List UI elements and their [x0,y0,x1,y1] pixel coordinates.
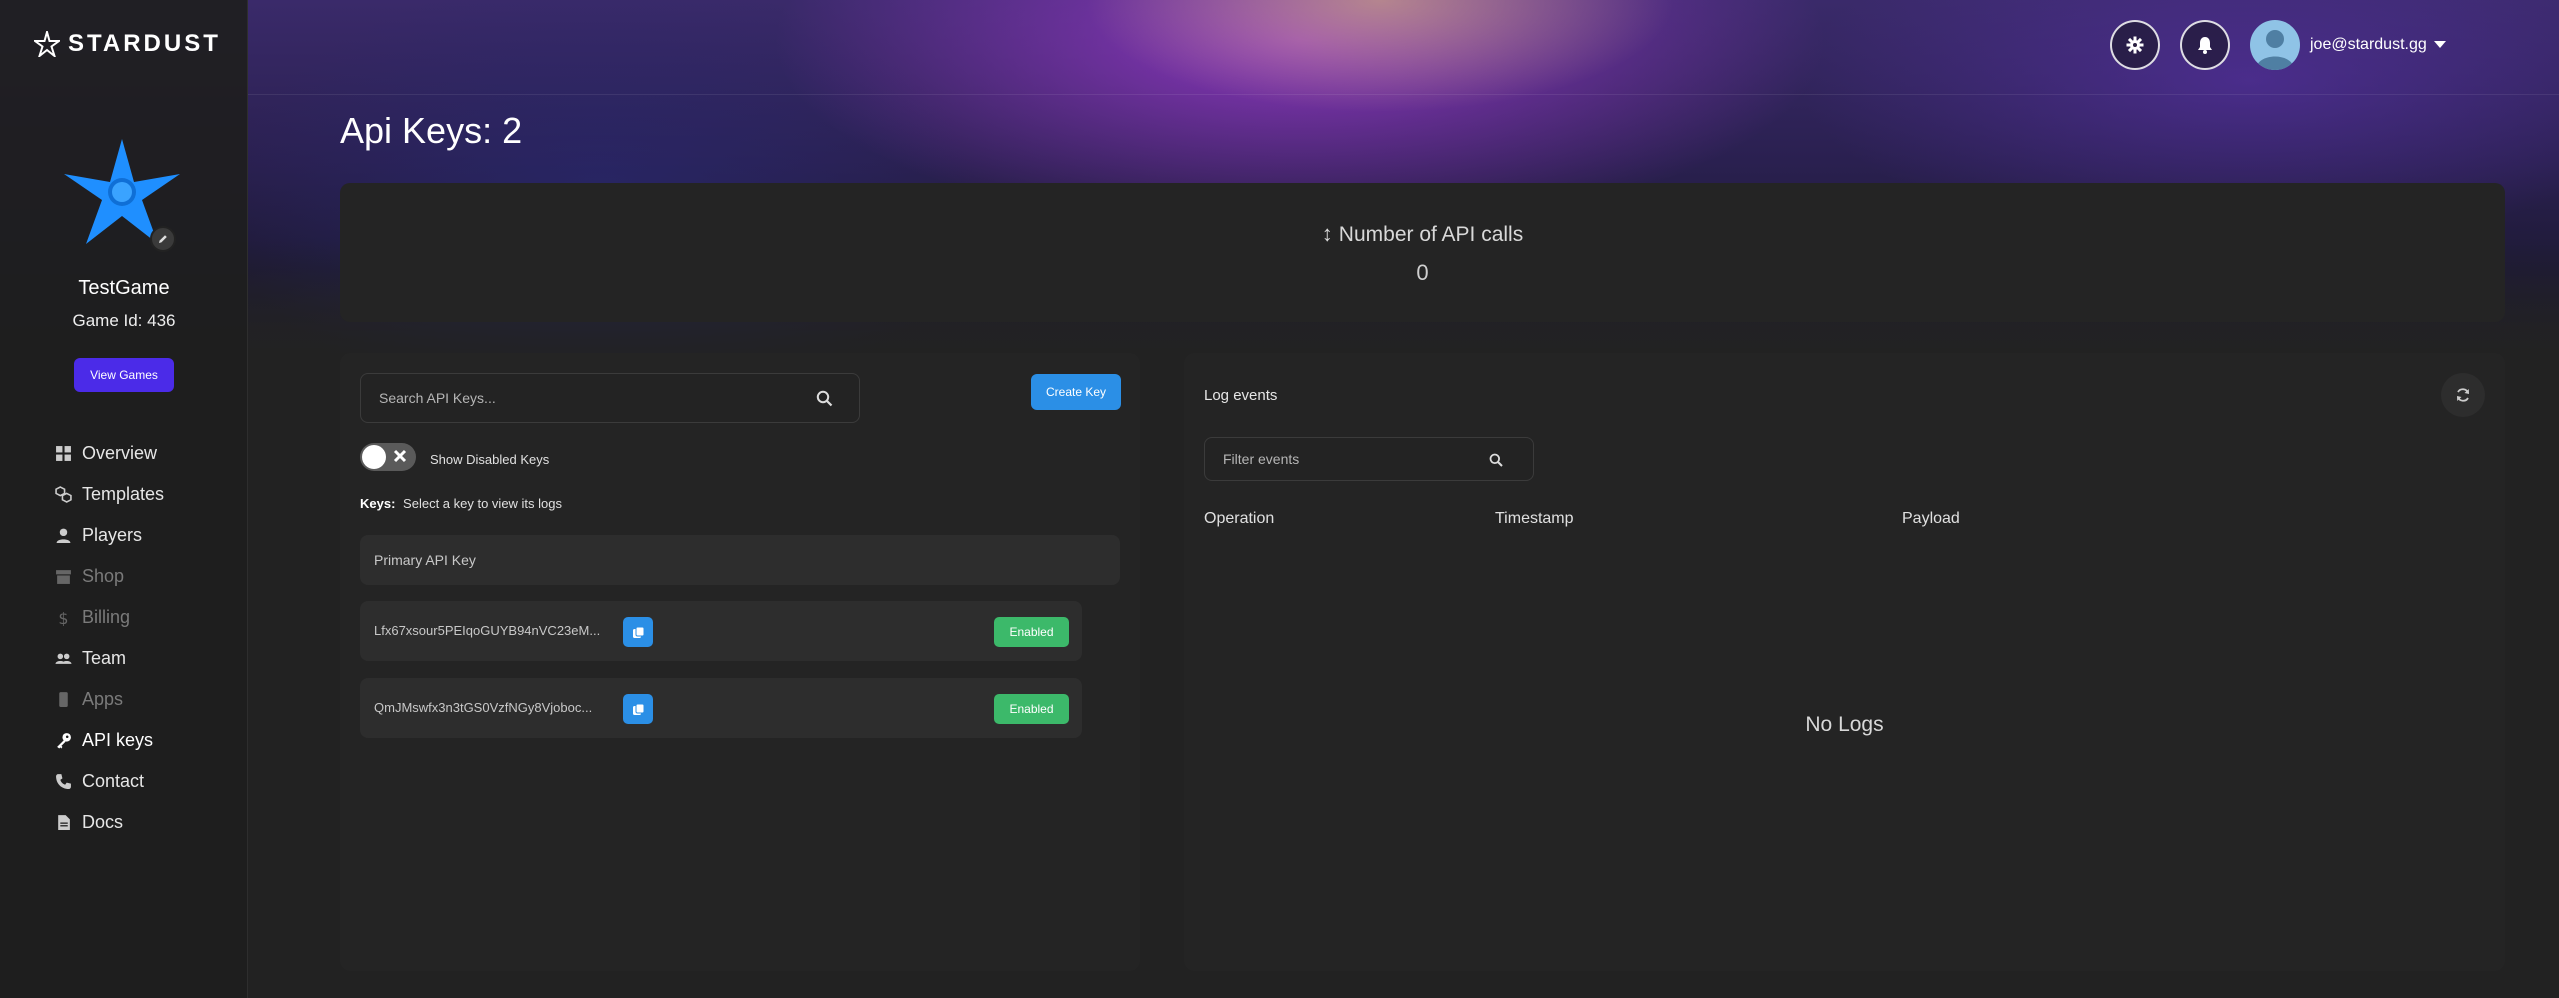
sidebar: STARDUST TestGame Game Id: 436 View Game… [0,0,248,998]
api-key-value: QmJMswfx3n3tGS0VzfNGy8Vjoboc... [374,700,593,715]
logs-title: Log events [1204,387,1278,404]
pencil-icon [159,235,167,243]
logs-panel: Log events Operation Timestamp Payload N… [1184,353,2505,971]
phone-icon [54,773,72,791]
search-input[interactable] [379,374,799,422]
header-divider [248,94,2559,95]
stat-label: Number of API calls [1338,223,1524,246]
sidebar-item-label: API keys [82,730,154,750]
brand-name: STARDUST [68,30,221,57]
sidebar-nav: Overview Templates Players Shop $ Billin… [54,433,164,843]
sidebar-item-api-keys[interactable]: API keys [54,720,164,761]
toggle-label: Show Disabled Keys [430,452,550,467]
sidebar-item-team[interactable]: Team [54,638,164,679]
refresh-button[interactable] [2441,373,2485,417]
sidebar-item-label: Contact [82,771,145,791]
key-row[interactable]: Lfx67xsour5PEIqoGUYB94nVC23eM... Enabled [360,601,1082,661]
sidebar-item-docs[interactable]: Docs [54,802,164,843]
sidebar-item-label: Docs [82,812,124,832]
sidebar-item-label: Apps [82,689,124,709]
key-row[interactable]: QmJMswfx3n3tGS0VzfNGy8Vjoboc... Enabled [360,678,1082,738]
filter-input[interactable] [1223,438,1483,480]
cubes-icon [54,486,72,504]
vertical-arrows-icon: ↕ [1321,221,1333,246]
filter-events[interactable] [1204,437,1534,481]
game-name: TestGame [78,277,170,299]
copy-key-button[interactable] [623,617,653,647]
bell-icon [2198,37,2212,54]
users-icon [54,650,72,668]
sidebar-item-label: Team [82,648,127,668]
chevron-down-icon[interactable] [2434,41,2446,48]
keys-heading: Keys: Select a key to view its logs [360,496,562,511]
status-badge: Enabled [994,694,1069,724]
keys-panel: Create Key Show Disabled Keys Keys: Sele… [340,353,1140,971]
brand-logo[interactable]: STARDUST [34,30,221,58]
column-operation: Operation [1204,510,1275,527]
stat-label-row: ↕ Number of API calls [340,221,2505,247]
create-key-button[interactable]: Create Key [1031,374,1121,410]
api-calls-card: ↕ Number of API calls 0 [340,183,2505,322]
search-icon[interactable] [1489,453,1503,467]
search-api-keys[interactable] [360,373,860,423]
sidebar-item-overview[interactable]: Overview [54,433,164,474]
show-disabled-toggle[interactable] [360,443,416,471]
sidebar-item-label: Overview [82,443,158,463]
close-icon [393,449,407,463]
sidebar-item-billing[interactable]: $ Billing [54,597,164,638]
sidebar-item-label: Templates [82,484,165,504]
sidebar-item-players[interactable]: Players [54,515,164,556]
key-icon [54,732,72,750]
sidebar-item-label: Shop [82,566,125,586]
sidebar-item-contact[interactable]: Contact [54,761,164,802]
primary-key-row[interactable]: Primary API Key [360,535,1120,585]
sidebar-item-templates[interactable]: Templates [54,474,164,515]
settings-button[interactable] [2110,20,2160,70]
user-silhouette-icon [2256,30,2294,70]
sidebar-item-label: Players [82,525,143,545]
dollar-icon: $ [54,609,72,627]
api-key-value: Lfx67xsour5PEIqoGUYB94nVC23eM... [374,623,601,638]
sidebar-item-label: Billing [82,607,131,627]
document-icon [54,814,72,832]
empty-state: No Logs [1805,713,1884,736]
notifications-button[interactable] [2180,20,2230,70]
sidebar-item-apps[interactable]: Apps [54,679,164,720]
column-payload: Payload [1902,510,1960,527]
store-icon [54,568,72,586]
stardust-star-icon [34,31,60,57]
page-title: Api Keys: 2 [340,110,523,151]
keys-hint: Select a key to view its logs [403,496,563,511]
edit-game-button[interactable] [150,226,176,252]
stat-value: 0 [1416,260,1429,285]
copy-icon [632,626,644,638]
view-games-button[interactable]: View Games [74,358,174,392]
avatar[interactable] [2250,20,2300,70]
user-icon [54,527,72,545]
toggle-knob [362,445,386,469]
column-timestamp: Timestamp [1495,510,1574,527]
status-badge: Enabled [994,617,1069,647]
gear-icon [2126,36,2144,54]
game-id: Game Id: 436 [72,311,176,330]
keys-heading-label: Keys: [360,496,396,511]
grid-icon [54,445,72,463]
copy-key-button[interactable] [623,694,653,724]
primary-key-label: Primary API Key [374,552,476,568]
refresh-icon [2457,388,2469,402]
search-icon[interactable] [816,390,833,407]
user-email[interactable]: joe@stardust.gg [2310,36,2427,54]
copy-icon [632,703,644,715]
mobile-icon [54,691,72,709]
sidebar-item-shop[interactable]: Shop [54,556,164,597]
svg-text:$: $ [58,609,68,626]
